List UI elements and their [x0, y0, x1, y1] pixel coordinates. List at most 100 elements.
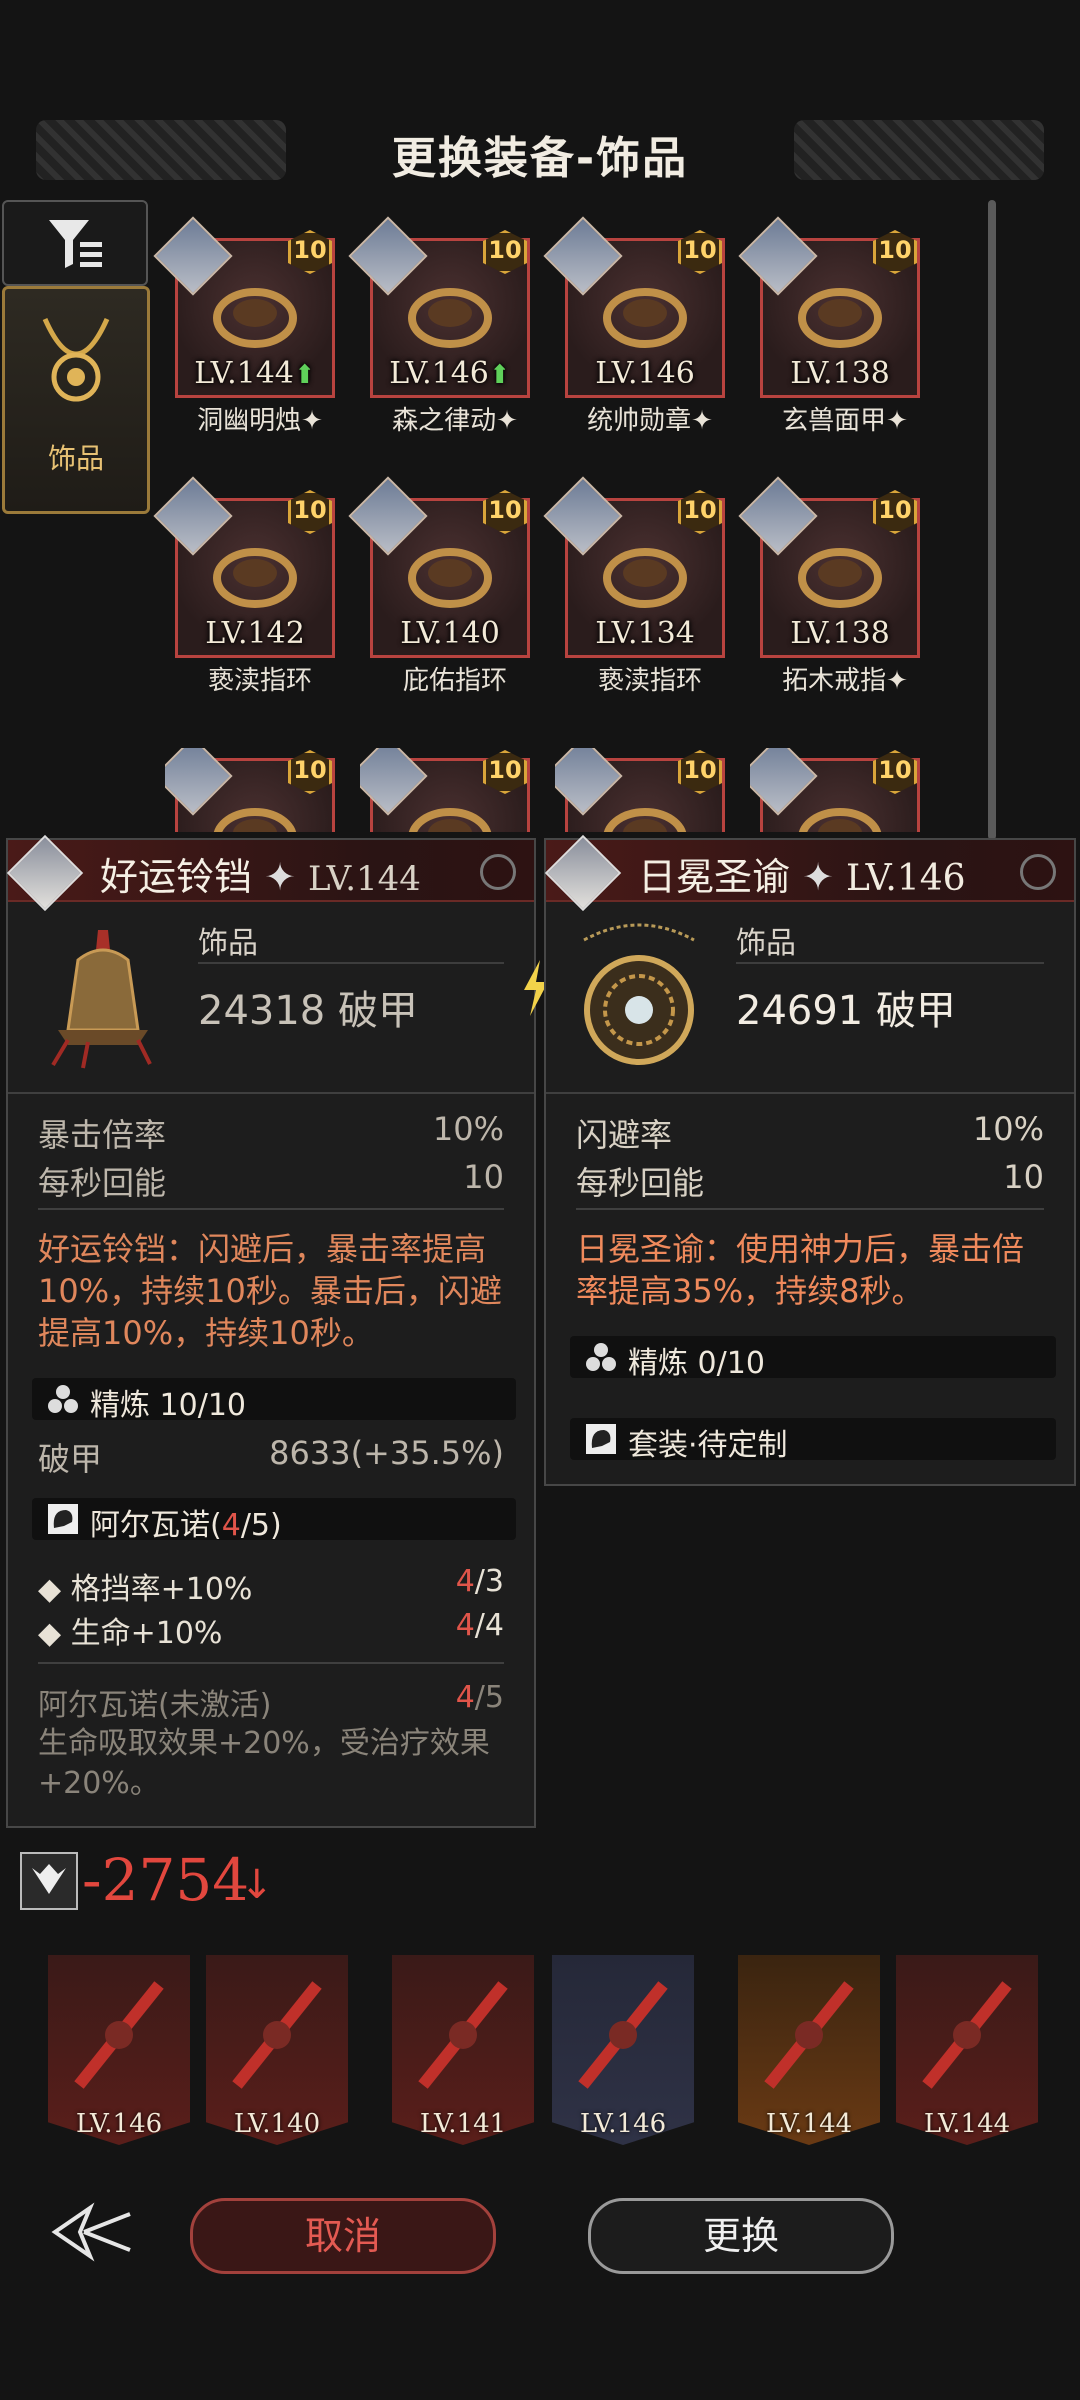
- star-icon: ✦: [802, 855, 834, 899]
- equipped-slot[interactable]: LV.141: [392, 1955, 534, 2145]
- main-stat: 24318 破甲: [198, 988, 418, 1034]
- divider: [38, 1208, 504, 1210]
- equipped-level: LV.144: [923, 2109, 1011, 2139]
- refine-stat-label: 破甲: [38, 1440, 103, 1478]
- character-portrait: [544, 834, 622, 912]
- sword-icon: [74, 1981, 164, 2089]
- set-bonus-cur: 4: [455, 1608, 475, 1643]
- bell-item-image: [51, 930, 152, 1069]
- category-tab-accessory[interactable]: 饰品: [2, 286, 150, 514]
- candidate-item-name: 日冕圣谕: [638, 855, 791, 899]
- diamond-bullet-icon: ◆: [38, 1572, 62, 1607]
- star-icon: ✦: [886, 406, 908, 436]
- equipped-slot[interactable]: LV.146: [552, 1955, 694, 2145]
- set-bonus-req: /3: [474, 1564, 504, 1599]
- lock-icon[interactable]: [1020, 854, 1056, 890]
- staff-icon: [922, 1981, 1012, 2089]
- set-icon: [586, 1424, 616, 1454]
- refine-badge-text: 10: [683, 236, 717, 264]
- item-description: 好运铃铛：闪避后，暴击率提高10%，持续10秒。暴击后，闪避提高10%，持续10…: [38, 1230, 502, 1352]
- item-card[interactable]: 10: [555, 748, 725, 832]
- equipped-level: LV.141: [419, 2109, 507, 2139]
- equipped-slot[interactable]: LV.144: [738, 1955, 880, 2145]
- item-level: LV.138: [760, 616, 920, 651]
- accessory-image: [213, 808, 297, 832]
- equipped-level: LV.144: [765, 2109, 853, 2139]
- stat-label: 闪避率: [576, 1116, 673, 1154]
- star-icon: ✦: [886, 666, 908, 696]
- accessory-image: [603, 808, 687, 832]
- cancel-button[interactable]: 取消: [190, 2198, 496, 2274]
- star-icon: ✦: [496, 406, 518, 436]
- candidate-item-panel: 日冕圣谕 ✦ LV.146 饰品 24691 破甲 闪避率 10% 每秒回能 1…: [544, 834, 1076, 1486]
- item-name: 亵渎指环: [555, 660, 745, 697]
- inactive-set-req: /5: [474, 1680, 504, 1715]
- refine-badge-text: 10: [488, 496, 522, 524]
- set-count: 4: [221, 1508, 241, 1543]
- set-title: 阿尔瓦诺(4/5): [90, 1500, 282, 1544]
- back-icon[interactable]: [50, 2200, 140, 2264]
- item-card[interactable]: 10 LV.140 庇佑指环: [348, 476, 530, 696]
- equipped-slot[interactable]: LV.144: [896, 1955, 1038, 2145]
- candidate-item-level: LV.146: [846, 858, 966, 899]
- item-level-text: LV.144: [194, 356, 294, 391]
- item-level-text: LV.140: [400, 616, 500, 651]
- set-icon: [48, 1504, 78, 1534]
- divider: [546, 1092, 1074, 1094]
- swap-button[interactable]: 更换: [588, 2198, 894, 2274]
- accessory-image: [213, 288, 297, 348]
- item-level: LV.146⬆: [370, 356, 530, 391]
- accessory-image: [798, 288, 882, 348]
- set-bonus-progress: 4/4: [456, 1608, 504, 1643]
- item-card[interactable]: 10 LV.144⬆ 洞幽明烛✦: [153, 216, 335, 436]
- item-level: LV.142: [175, 616, 335, 651]
- item-name-text: 玄兽面甲: [782, 406, 887, 436]
- set-bonus-req: /4: [474, 1608, 504, 1643]
- item-card[interactable]: 10 LV.138 拓木戒指✦: [738, 476, 920, 696]
- item-level: LV.134: [565, 616, 725, 651]
- inactive-set-description: 生命吸取效果+20%，受治疗效果+20%。: [38, 1726, 490, 1801]
- set-bonus-label: 格挡率+10%: [70, 1572, 253, 1607]
- filter-button[interactable]: [2, 200, 148, 286]
- item-card[interactable]: 10: [360, 748, 530, 832]
- accessory-image: [408, 288, 492, 348]
- equipped-slot[interactable]: LV.146: [48, 1955, 190, 2145]
- stat-row: 闪避率 10%: [576, 1110, 1044, 1156]
- divider: [736, 962, 1044, 964]
- item-card[interactable]: 10 LV.134 亵渎指环: [543, 476, 725, 696]
- refine-badge-text: 10: [878, 496, 912, 524]
- item-card[interactable]: 10: [165, 748, 335, 832]
- current-item-title: 好运铃铛 ✦ LV.144: [100, 846, 421, 901]
- item-card[interactable]: 10: [750, 748, 920, 832]
- set-status: 套装·待定制: [628, 1428, 788, 1463]
- item-card[interactable]: 10 LV.146⬆ 森之律动✦: [348, 216, 530, 436]
- stat-row: 暴击倍率 10%: [38, 1110, 504, 1156]
- upgrade-arrow-icon: ⬆: [293, 360, 316, 390]
- divider: [8, 1092, 534, 1094]
- refine-level: 精炼 0/10: [628, 1346, 765, 1381]
- equipped-slot[interactable]: LV.140: [206, 1955, 348, 2145]
- inactive-set-label: 阿尔瓦诺(未激活): [38, 1688, 272, 1723]
- item-card[interactable]: 10 LV.142 亵渎指环: [153, 476, 335, 696]
- item-level-text: LV.142: [205, 616, 305, 651]
- stat-value: 10: [1003, 1158, 1044, 1196]
- grid-scrollbar[interactable]: [988, 200, 996, 840]
- item-name-text: 拓木戒指: [782, 666, 887, 696]
- stat-label: 每秒回能: [38, 1164, 167, 1202]
- item-level: LV.140: [370, 616, 530, 651]
- refine-bar: 精炼 0/10: [570, 1336, 1056, 1381]
- refine-level: 精炼 10/10: [90, 1388, 246, 1423]
- refine-stat-row: 破甲 8633(+35.5%): [38, 1434, 504, 1480]
- set-bonus-label: 生命+10%: [70, 1616, 223, 1651]
- item-description: 日冕圣谕：使用神力后，暴击倍率提高35%，持续8秒。: [576, 1230, 1025, 1310]
- refine-icon: [48, 1385, 78, 1413]
- current-item-header: 好运铃铛 ✦ LV.144: [6, 834, 534, 912]
- lock-icon[interactable]: [480, 854, 516, 890]
- stat-row: 每秒回能 10: [576, 1158, 1044, 1204]
- accessory-image: [213, 548, 297, 608]
- item-type: 饰品: [736, 926, 796, 961]
- candidate-item-title: 日冕圣谕 ✦ LV.146: [638, 846, 966, 901]
- accessory-image: [798, 548, 882, 608]
- item-card[interactable]: 10 LV.146 统帅勋章✦: [543, 216, 725, 436]
- item-card[interactable]: 10 LV.138 玄兽面甲✦: [738, 216, 920, 436]
